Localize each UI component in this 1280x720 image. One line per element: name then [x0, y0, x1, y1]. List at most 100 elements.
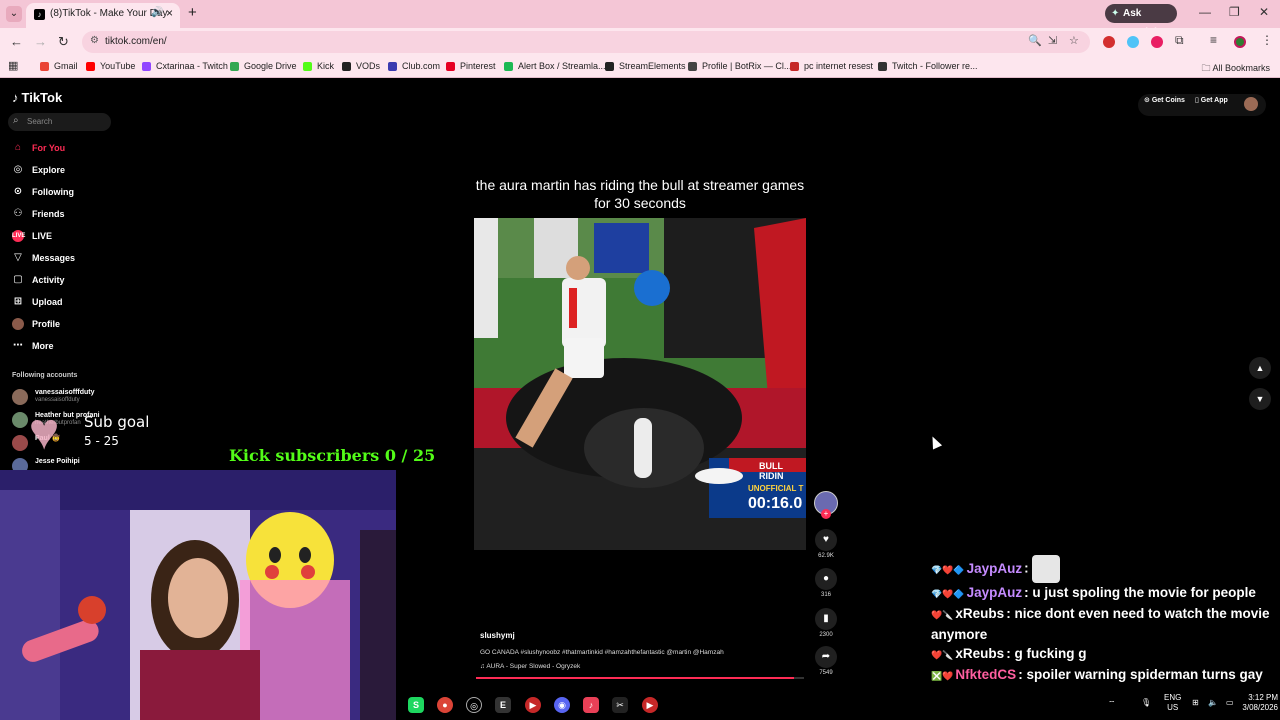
nav-item-following[interactable]: ⊙ Following	[12, 185, 74, 199]
bookmark-item[interactable]: Gmail	[40, 61, 78, 71]
bookmark-item[interactable]: Profile | BotRix — Cl...	[688, 61, 791, 71]
browser-nav-bar: ← → ↻ ⚙ tiktok.com/en/ 🔍 ⇲ ☆ ⧉ ≡ ⋮	[0, 28, 1280, 56]
nav-item-live[interactable]: LIVE LIVE	[12, 229, 52, 243]
bookmark-item[interactable]: Cxtarinaa - Twitch	[142, 61, 228, 71]
ask-gemini-button[interactable]: ✦ Ask Gemini	[1105, 4, 1177, 38]
menu-kebab-icon[interactable]: ⋮	[1261, 33, 1273, 47]
bookmark-item[interactable]: pc internet resest	[790, 61, 873, 71]
get-coins-label: Get Coins	[1151, 96, 1185, 104]
nav-item-more[interactable]: ⋯ More	[12, 339, 54, 353]
tiktok-logo[interactable]: ♪ TikTok	[12, 90, 62, 105]
address-bar[interactable]: ⚙ tiktok.com/en/ 🔍 ⇲ ☆	[82, 31, 1090, 53]
nav-item-label: Messages	[32, 253, 76, 263]
get-app-label: Get App	[1200, 96, 1228, 104]
bookmark-item[interactable]: StreamElements	[605, 61, 686, 71]
extension-red-icon[interactable]	[1103, 36, 1115, 48]
tab-search-icon[interactable]: ⌄	[6, 6, 22, 22]
nav-item-explore[interactable]: ◎ Explore	[12, 163, 65, 177]
new-tab-button[interactable]: +	[188, 4, 197, 21]
bookmark-item[interactable]: Kick	[303, 61, 334, 71]
chat-username[interactable]: JaypAuz	[967, 561, 1023, 576]
extensions-puzzle-icon[interactable]: ⧉	[1175, 33, 1184, 48]
network-icon[interactable]: ⊞	[1192, 698, 1199, 708]
volume-icon[interactable]: 🔈	[1208, 698, 1218, 708]
nav-item-messages[interactable]: ▽ Messages	[12, 251, 75, 265]
bookmark-item[interactable]: YouTube	[86, 61, 135, 71]
nav-item-label: For You	[32, 143, 66, 153]
discord-icon[interactable]: ◉	[554, 697, 570, 713]
speaker-icon[interactable]: 🔊	[151, 7, 163, 18]
chat-username[interactable]: JaypAuz	[967, 585, 1023, 600]
video-author[interactable]: slushymj	[480, 631, 515, 640]
apps-grid-icon[interactable]: ▦	[8, 59, 18, 72]
bookmark-item[interactable]: Club.com	[388, 61, 440, 71]
tiktok-app-icon[interactable]: ♪	[583, 697, 599, 713]
upload-icon: ⊞	[13, 296, 23, 307]
cat-emote-icon	[1032, 555, 1061, 583]
share-button[interactable]: ➦ 7549	[814, 646, 838, 676]
site-info-icon[interactable]: ⚙	[90, 35, 99, 46]
video-progress-bar[interactable]	[476, 677, 804, 679]
nav-item-friends[interactable]: ⚇ Friends	[12, 207, 65, 221]
next-video-button[interactable]: ▼	[1249, 388, 1271, 410]
comment-button[interactable]: ● 316	[814, 568, 838, 598]
nav-item-upload[interactable]: ⊞ Upload	[12, 295, 63, 309]
bookmark-item[interactable]: VODs	[342, 61, 380, 71]
save-button[interactable]: ▮ 2300	[814, 608, 838, 638]
clock[interactable]: 3:12 PM 3/08/2026	[1228, 693, 1278, 713]
nav-item-profile[interactable]: Profile	[12, 317, 60, 331]
search-input[interactable]: ⌕ Search	[8, 113, 111, 131]
wifi-icon[interactable]: ⌔	[1108, 699, 1116, 709]
reload-icon[interactable]: ↻	[58, 34, 69, 50]
browser-tab-bar: ⌄ ♪ (8)TikTok - Make Your Day 🔊 × + ✦ As…	[0, 0, 1280, 38]
bookmark-item[interactable]: Alert Box / Streamla...	[504, 61, 606, 71]
restore-icon[interactable]: ❐	[1229, 5, 1240, 19]
region-label: US	[1167, 703, 1179, 712]
all-bookmarks-button[interactable]: 🗀 All Bookmarks	[1201, 61, 1270, 77]
following-accounts-header: Following accounts	[12, 372, 78, 379]
user-avatar[interactable]	[1244, 97, 1258, 111]
chat-badges: 💎❤️🔷	[931, 564, 965, 575]
install-app-icon[interactable]: ⇲	[1048, 34, 1057, 47]
video-music[interactable]: ♫ AURA - Super Slowed - Ogryzek	[480, 663, 580, 670]
bookmark-star-icon[interactable]: ☆	[1069, 34, 1079, 47]
nav-item-activity[interactable]: ▢ Activity	[12, 273, 64, 287]
forward-icon[interactable]: →	[34, 34, 47, 49]
chat-badges: ❤️🔪	[931, 650, 954, 660]
obs-icon[interactable]: ◎	[466, 697, 482, 713]
close-window-icon[interactable]: ✕	[1259, 5, 1269, 19]
microphone-icon[interactable]: 🎙	[1141, 698, 1151, 708]
follow-plus-icon[interactable]: +	[821, 509, 831, 519]
zoom-icon[interactable]: 🔍	[1028, 34, 1042, 47]
tab-title: (8)TikTok - Make Your Day	[50, 8, 168, 19]
bookmark-favicon-icon	[605, 61, 614, 71]
profile-avatar-icon[interactable]	[1234, 36, 1246, 48]
like-button[interactable]: ♥ 62.9K	[814, 529, 838, 559]
video-player[interactable]: BULL RIDIN UNOFFICIAL T 00:16.0	[474, 218, 806, 550]
close-tab-icon[interactable]: ×	[166, 6, 173, 20]
epic-games-icon[interactable]: E	[495, 697, 511, 713]
browser-tab-tiktok[interactable]: ♪ (8)TikTok - Make Your Day 🔊 ×	[26, 3, 180, 28]
bookmark-item[interactable]: Twitch - Follower re...	[878, 61, 978, 71]
spotify-icon[interactable]: S	[408, 697, 424, 713]
chat-username[interactable]: NfktedCS	[955, 667, 1016, 682]
bookmark-favicon-icon	[86, 61, 95, 71]
language-indicator[interactable]: ENG US	[1164, 693, 1181, 713]
chat-username[interactable]: xReubs	[955, 646, 1004, 661]
app-red-icon[interactable]: ▶	[525, 697, 541, 713]
chat-username[interactable]: xReubs	[955, 606, 1004, 621]
get-coins-button[interactable]: ⊙ Get Coins	[1144, 96, 1185, 105]
app-red-2-icon[interactable]: ▶	[642, 697, 658, 713]
extension-blue-icon[interactable]	[1127, 36, 1139, 48]
minimize-icon[interactable]: —	[1199, 5, 1211, 19]
get-app-button[interactable]: ▯ Get App	[1195, 96, 1228, 105]
previous-video-button[interactable]: ▲	[1249, 357, 1271, 379]
bookmark-item[interactable]: Pinterest	[446, 61, 496, 71]
extension-pink-icon[interactable]	[1151, 36, 1163, 48]
capcut-icon[interactable]: ✂	[612, 697, 628, 713]
back-icon[interactable]: ←	[10, 34, 23, 49]
bookmark-item[interactable]: Google Drive	[230, 61, 297, 71]
nav-item-for-you[interactable]: ⌂ For You	[12, 141, 65, 155]
tab-media-icon[interactable]: ≡	[1210, 33, 1217, 47]
chrome-icon[interactable]: ●	[437, 697, 453, 713]
